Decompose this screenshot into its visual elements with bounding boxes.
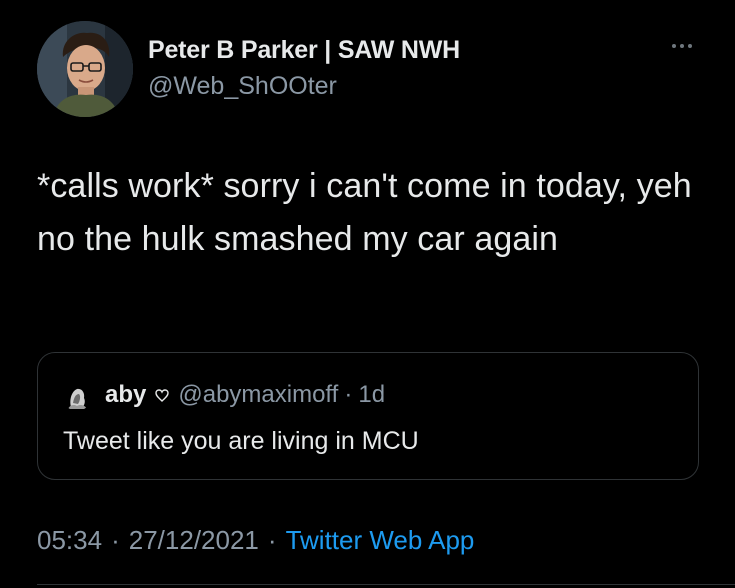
tweet-text: *calls work* sorry i can't come in today…	[37, 167, 692, 258]
more-dot-icon	[680, 44, 684, 48]
divider	[37, 584, 735, 585]
author-display-name[interactable]: Peter B Parker | SAW NWH	[148, 36, 460, 65]
quote-separator: ·	[344, 381, 353, 408]
author-handle[interactable]: @Web_ShOOter	[148, 72, 337, 101]
tweet-card: Peter B Parker | SAW NWH @Web_ShOOter *c…	[0, 0, 735, 588]
quote-display-name[interactable]: aby	[105, 381, 146, 409]
heart-outline-icon	[155, 389, 170, 402]
tweet-source-link[interactable]: Twitter Web App	[286, 525, 475, 556]
meta-separator: ·	[111, 525, 120, 555]
more-dot-icon	[672, 44, 676, 48]
quote-avatar[interactable]	[63, 383, 91, 411]
quote-avatar-icon	[63, 383, 91, 411]
quote-handle[interactable]: @abymaximoff	[178, 381, 338, 409]
tweet-date[interactable]: 27/12/2021	[129, 525, 259, 556]
quote-header: aby @abymaximoff · 1d	[105, 381, 385, 409]
tweet-meta: 05:34 · 27/12/2021 · Twitter Web App	[37, 525, 474, 556]
avatar-icon	[37, 21, 133, 117]
avatar[interactable]	[37, 21, 133, 117]
quote-tweet[interactable]: aby @abymaximoff · 1d Tweet like you are…	[37, 352, 699, 480]
more-dot-icon	[688, 44, 692, 48]
quote-text: Tweet like you are living in MCU	[63, 427, 419, 455]
more-options-button[interactable]	[664, 36, 700, 56]
quote-time[interactable]: 1d	[358, 381, 385, 409]
meta-separator: ·	[267, 525, 277, 555]
tweet-time[interactable]: 05:34	[37, 525, 102, 556]
